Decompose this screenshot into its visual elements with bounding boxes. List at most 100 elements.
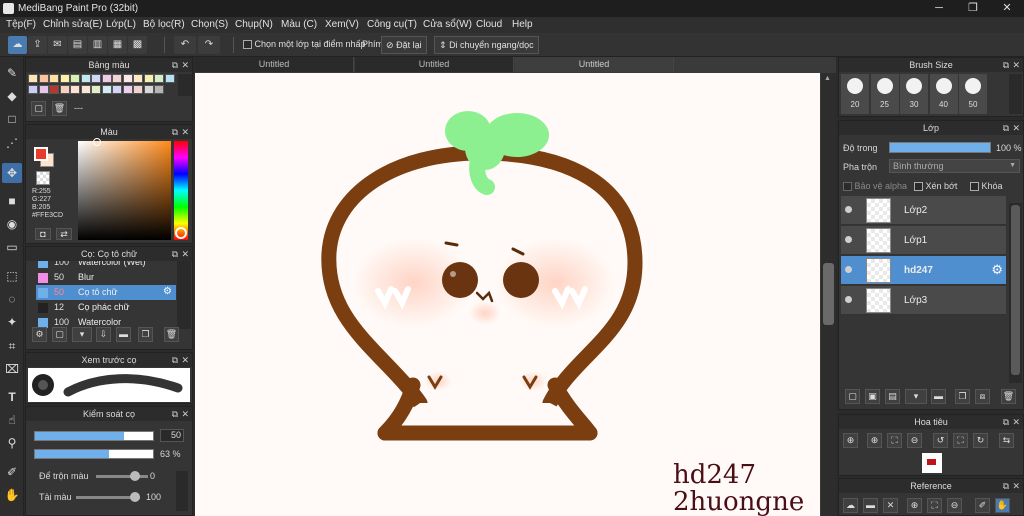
comic-icon[interactable]: ▦	[108, 36, 127, 54]
brush-import-icon[interactable]: ⇩	[96, 327, 111, 342]
palette-swatch[interactable]	[80, 74, 91, 83]
minimize-button[interactable]: ─	[922, 0, 956, 17]
palette-scrollbar[interactable]	[178, 74, 192, 96]
rect-fill-tool-icon[interactable]: ■	[2, 191, 22, 211]
cloud-icon[interactable]: ☁	[8, 36, 27, 54]
palette-swatch[interactable]	[49, 74, 59, 83]
palette-swatch[interactable]	[91, 74, 101, 83]
palette-swatch[interactable]	[80, 85, 91, 94]
rotate-left-icon[interactable]: ↺	[933, 433, 948, 448]
brush-settings-icon[interactable]: ⚙	[32, 327, 47, 342]
upload-icon[interactable]: ⇪	[28, 36, 47, 54]
palette-swatch[interactable]	[154, 74, 164, 83]
reference-zoom-out-icon[interactable]: ⊖	[947, 498, 962, 513]
popout-icon[interactable]: ⧉	[1003, 58, 1009, 72]
foreground-color-swatch[interactable]	[34, 147, 48, 161]
transparent-color-swatch[interactable]	[36, 171, 50, 185]
reference-fit-icon[interactable]: ⛶	[927, 498, 942, 513]
brush-size-option[interactable]: 50	[959, 74, 987, 114]
blend-mode-select[interactable]: Bình thường ▼	[889, 159, 1020, 173]
hue-slider-handle[interactable]	[175, 227, 187, 239]
bucket-tool-icon[interactable]: ◉	[2, 214, 22, 234]
color-picker-cursor[interactable]	[93, 138, 101, 146]
select-tool-icon[interactable]: ⬚	[2, 266, 22, 286]
palette-swatch[interactable]	[122, 74, 133, 83]
zoom-in-icon[interactable]: ⊕	[843, 433, 858, 448]
rotate-right-icon[interactable]: ↻	[973, 433, 988, 448]
palette-swatch[interactable]	[59, 85, 70, 94]
brush-delete-icon[interactable]: 🗑	[164, 327, 179, 342]
scroll-thumb[interactable]	[823, 263, 834, 325]
protect-alpha-option[interactable]: Bảo vệ alpha	[843, 181, 907, 192]
color-mix-handle[interactable]	[130, 471, 140, 481]
close-icon[interactable]: ✕	[181, 353, 189, 367]
brush-item[interactable]: 12 Cọ phác chữ	[36, 300, 176, 315]
eyedropper-tool-icon[interactable]: ⚲	[2, 433, 22, 453]
menu-color[interactable]: Màu (C)	[281, 19, 317, 30]
redo-icon[interactable]: ↷	[198, 36, 220, 54]
menu-layer[interactable]: Lớp(L)	[106, 19, 136, 30]
popout-icon[interactable]: ⧉	[1003, 415, 1009, 429]
popout-icon[interactable]: ⧉	[172, 353, 178, 367]
palette-swatch[interactable]	[70, 85, 80, 94]
layer-row[interactable]: hd247 ⚙	[841, 256, 1006, 285]
new-halftone-layer-icon[interactable]: ▣	[865, 389, 880, 404]
brush-item[interactable]: 100 Watercolor (Wet)	[36, 261, 176, 270]
menu-capture[interactable]: Chụp(N)	[235, 19, 273, 30]
color-load-handle[interactable]	[130, 492, 140, 502]
layer-row[interactable]: Lớp1	[841, 226, 1006, 255]
comment-icon[interactable]: ▤	[68, 36, 87, 54]
brush-size-option[interactable]: 20	[841, 74, 869, 114]
brush-size-scrollbar[interactable]	[1009, 74, 1022, 114]
brush-opacity-bar[interactable]	[34, 449, 154, 459]
palette-swatch[interactable]	[133, 85, 143, 94]
scroll-up-icon[interactable]: ▲	[824, 75, 831, 82]
close-button[interactable]: ✕	[990, 0, 1024, 17]
reference-zoom-in-icon[interactable]: ⊕	[907, 498, 922, 513]
color-mode-icon[interactable]: ◘	[35, 228, 51, 240]
menu-select[interactable]: Chọn(S)	[191, 19, 228, 30]
clipping-option[interactable]: Xén bớt	[914, 181, 957, 192]
reference-hand-icon[interactable]: ✋	[995, 498, 1010, 513]
undo-icon[interactable]: ↶	[174, 36, 196, 54]
select-layer-checkbox[interactable]	[243, 40, 252, 50]
select-eraser-tool-icon[interactable]: ⌧	[2, 359, 22, 379]
color-mix-slider[interactable]	[96, 475, 148, 478]
color-swap-icon[interactable]: ⇄	[56, 228, 72, 240]
document-tab-2[interactable]: Untitled	[355, 57, 514, 72]
document-tab-3[interactable]: Untitled	[515, 57, 674, 72]
brush-item[interactable]: 50 Blur	[36, 270, 176, 285]
menu-window[interactable]: Cửa sổ(W)	[423, 19, 472, 30]
hue-slider[interactable]	[174, 141, 188, 240]
palette-swatch[interactable]	[59, 74, 70, 83]
text-tool-icon[interactable]: T	[2, 387, 22, 407]
select-layer-option[interactable]: Chọn một lớp tại điểm nhấp	[243, 39, 365, 50]
layer-folder-icon[interactable]: ▬	[931, 389, 946, 404]
select-pen-tool-icon[interactable]: ⌗	[2, 336, 22, 356]
brush-size-option[interactable]: 40	[929, 74, 958, 114]
page-icon[interactable]: ▥	[88, 36, 107, 54]
brush-size-option[interactable]: 25	[870, 74, 899, 114]
palette-swatch[interactable]	[38, 74, 49, 83]
delete-layer-icon[interactable]: 🗑	[1001, 389, 1016, 404]
palette-swatch[interactable]	[133, 74, 143, 83]
brush-control-scrollbar[interactable]	[176, 471, 188, 511]
protect-alpha-checkbox[interactable]	[843, 182, 852, 192]
palette-swatch[interactable]	[38, 85, 49, 94]
eraser-tool-icon[interactable]: ◆	[2, 86, 22, 106]
lasso-tool-icon[interactable]: ◌	[2, 289, 22, 309]
layer-row[interactable]: Lớp2	[841, 196, 1006, 225]
brush-add-icon[interactable]: ▾	[72, 327, 92, 342]
maximize-button[interactable]: ❐	[956, 0, 990, 17]
gear-icon[interactable]: ⚙	[991, 262, 1003, 278]
menu-edit[interactable]: Chỉnh sửa(E)	[43, 19, 103, 30]
palette-swatch[interactable]	[28, 74, 38, 83]
reference-close-icon[interactable]: ✕	[883, 498, 898, 513]
zoom-in-icon[interactable]: ⊕	[867, 433, 882, 448]
new-layer-icon[interactable]: ▢	[845, 389, 860, 404]
close-icon[interactable]: ✕	[1012, 415, 1020, 429]
palette-swatch[interactable]	[49, 85, 59, 94]
brush-size-option[interactable]: 30	[900, 74, 928, 114]
brush-tool-icon[interactable]: ✎	[2, 63, 22, 83]
popout-icon[interactable]: ⧉	[172, 125, 178, 139]
